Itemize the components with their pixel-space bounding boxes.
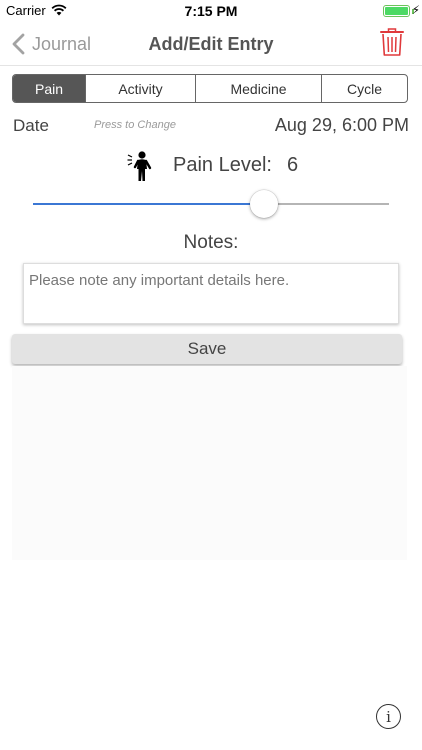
tab-pain[interactable]: Pain — [13, 75, 86, 102]
charging-bolt-icon: ⚡ — [411, 3, 420, 17]
page-title: Add/Edit Entry — [148, 34, 274, 54]
content-area — [12, 366, 407, 560]
notes-heading: Notes: — [183, 232, 239, 253]
tab-activity[interactable]: Activity — [86, 75, 196, 102]
status-time: 7:15 PM — [184, 3, 238, 19]
slider-fill — [33, 203, 265, 205]
notes-box — [23, 263, 399, 324]
tab-medicine[interactable]: Medicine — [196, 75, 322, 102]
battery-icon — [383, 5, 410, 17]
date-hint: Press to Change — [94, 119, 176, 131]
info-icon[interactable]: i — [376, 704, 401, 729]
pain-level-row: Pain Level: 6 — [0, 148, 422, 182]
navigation-bar: Journal Add/Edit Entry — [0, 22, 422, 66]
slider-thumb[interactable] — [250, 190, 279, 218]
pain-level-value: 6 — [287, 154, 299, 176]
notes-input[interactable] — [29, 272, 393, 315]
save-button[interactable]: Save — [12, 334, 402, 364]
date-value-button[interactable]: Aug 29, 6:00 PM — [275, 115, 409, 136]
entry-type-tabs: Pain Activity Medicine Cycle — [12, 74, 408, 103]
pain-level-slider[interactable] — [33, 190, 389, 218]
date-label: Date — [13, 116, 49, 135]
tab-cycle[interactable]: Cycle — [322, 75, 407, 102]
status-bar: Carrier 7:15 PM ⚡ — [0, 0, 422, 22]
pain-level-label: Pain Level: — [173, 154, 272, 176]
trash-icon[interactable] — [380, 27, 404, 57]
pain-person-icon — [127, 151, 152, 181]
